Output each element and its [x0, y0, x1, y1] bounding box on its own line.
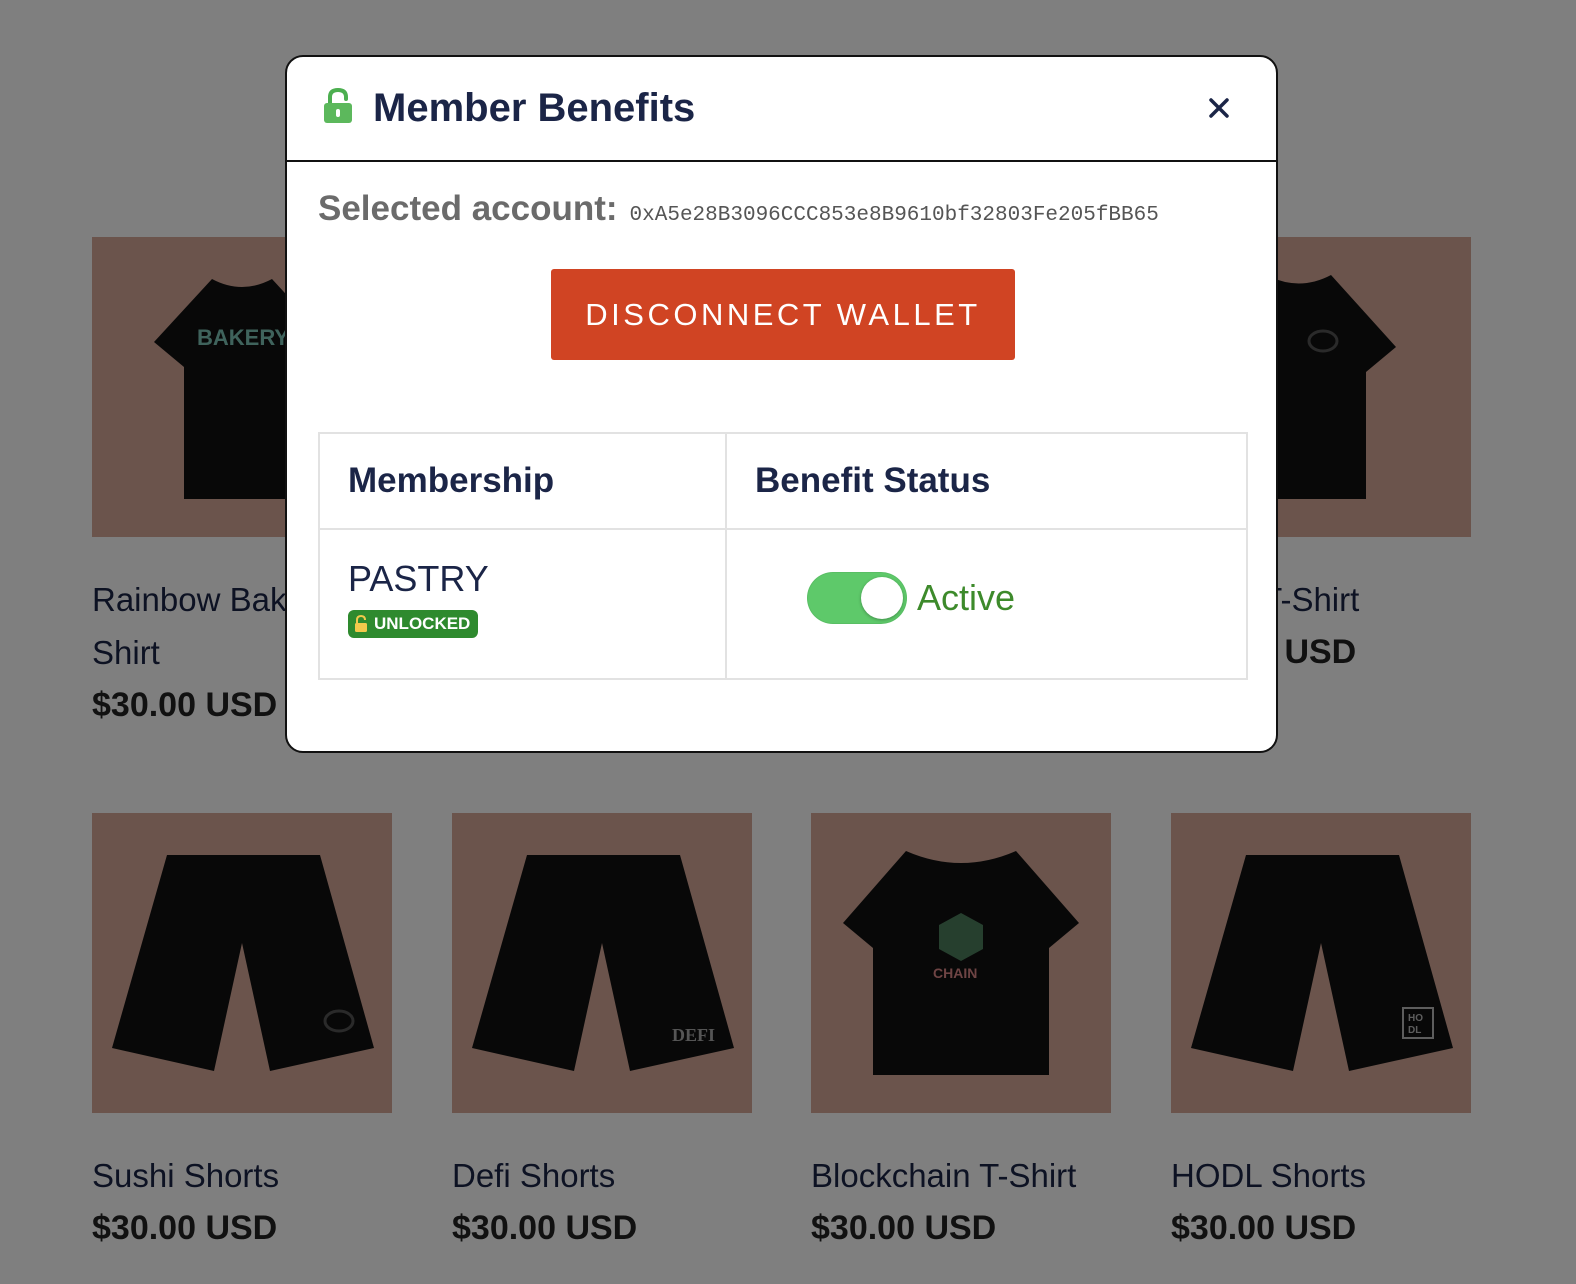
member-benefits-modal: Member Benefits Selected account: 0xA5e2…	[285, 55, 1278, 753]
account-label: Selected account:	[318, 189, 618, 228]
membership-cell: PASTRY UNLOCKED	[318, 528, 727, 680]
table-header-row: Membership Benefit Status	[318, 432, 1248, 530]
benefit-toggle[interactable]	[807, 572, 907, 624]
modal-title: Member Benefits	[373, 86, 696, 130]
benefit-status-cell: Active	[725, 528, 1248, 680]
padlock-icon	[355, 615, 367, 632]
green-lock-icon	[321, 87, 355, 125]
column-header-benefit-status: Benefit Status	[725, 432, 1248, 530]
unlocked-badge-label: UNLOCKED	[374, 614, 471, 633]
close-button[interactable]	[1202, 91, 1236, 125]
selected-account-row: Selected account: 0xA5e28B3096CCC853e8B9…	[318, 189, 1159, 229]
account-address: 0xA5e28B3096CCC853e8B9610bf32803Fe205fBB…	[629, 204, 1159, 227]
table-row: PASTRY UNLOCKED Active	[318, 528, 1248, 680]
column-header-membership: Membership	[318, 432, 727, 530]
modal-header: Member Benefits	[287, 57, 1276, 162]
benefits-table: Membership Benefit Status PASTRY UNLOCKE…	[318, 432, 1248, 680]
benefit-status: Active	[807, 572, 1218, 624]
close-icon	[1209, 98, 1229, 118]
disconnect-wallet-button[interactable]: DISCONNECT WALLET	[551, 269, 1015, 360]
unlocked-badge: UNLOCKED	[348, 610, 479, 638]
toggle-knob	[861, 577, 903, 619]
membership-tier: PASTRY	[348, 558, 489, 599]
status-text: Active	[917, 577, 1016, 618]
